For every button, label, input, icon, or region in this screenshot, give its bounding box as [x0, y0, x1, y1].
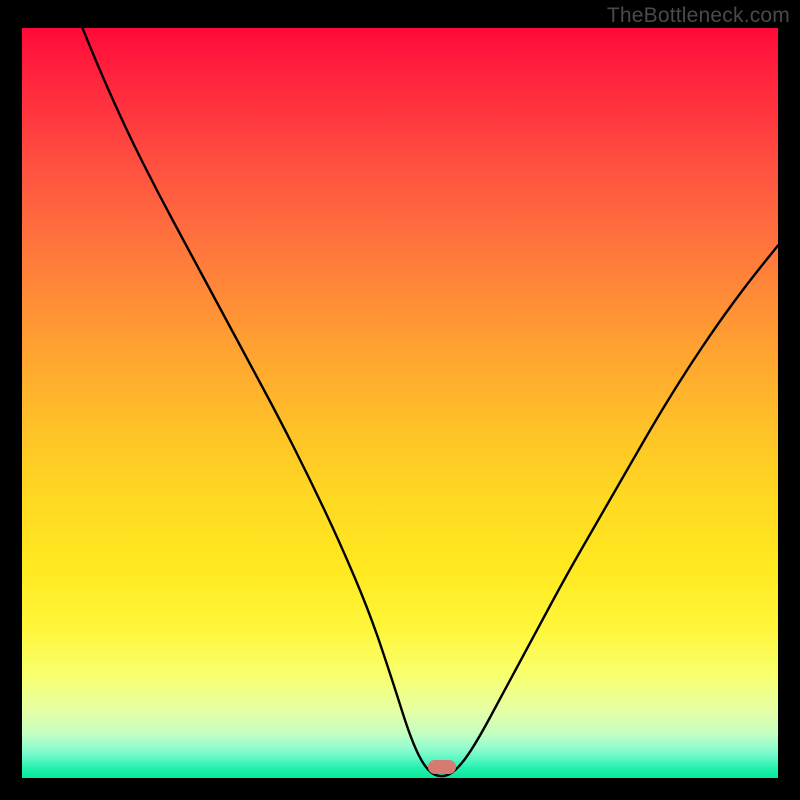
optimum-marker: [428, 760, 456, 774]
bottleneck-curve: [22, 28, 778, 778]
chart-frame: TheBottleneck.com: [0, 0, 800, 800]
plot-area: [22, 28, 778, 778]
curve-path: [82, 28, 778, 776]
watermark-label: TheBottleneck.com: [607, 4, 790, 28]
